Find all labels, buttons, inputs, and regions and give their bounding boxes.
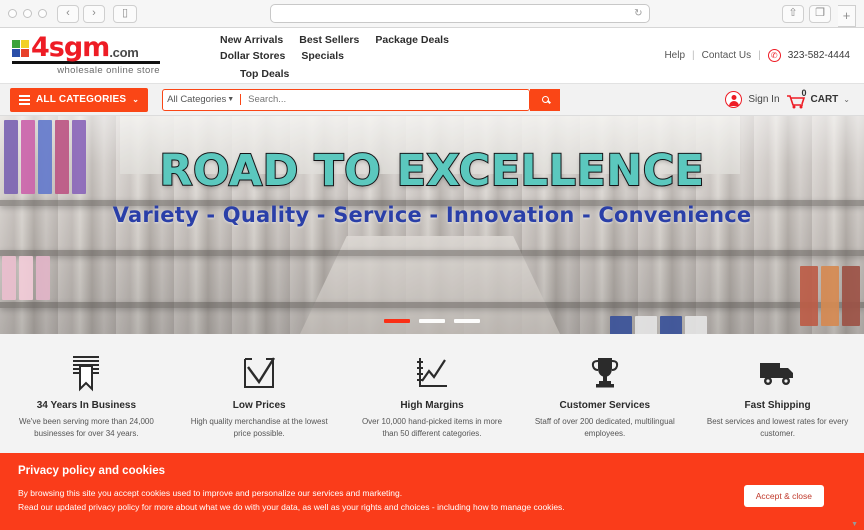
accept-and-close-button[interactable]: Accept & close (743, 485, 824, 507)
feature-description: Staff of over 200 dedicated, multilingua… (534, 417, 675, 438)
feature-item-customer-services: Customer Services Staff of over 200 dedi… (518, 352, 691, 440)
back-icon[interactable]: ‹ (57, 4, 79, 23)
nav-item-dollar-stores[interactable]: Dollar Stores (220, 50, 285, 62)
feature-item-low-prices: Low Prices High quality merchandise at t… (173, 352, 346, 440)
cart-area[interactable]: 0 CART ⌄ (786, 87, 850, 109)
sign-in-area[interactable]: Sign In (725, 91, 780, 108)
nav-item-best-sellers[interactable]: Best Sellers (299, 34, 359, 46)
cart-count-badge: 0 (801, 87, 807, 98)
hero-text-block: ROAD TO EXCELLENCE Variety - Quality - S… (0, 145, 864, 227)
navigation-buttons: ‹ › (57, 4, 105, 23)
feature-title: 34 Years In Business (36, 400, 137, 411)
checkmark-box-icon (185, 352, 334, 394)
close-window-button[interactable] (8, 9, 17, 18)
cart-label: CART (810, 94, 839, 105)
search-group: All Categories ▼ (162, 88, 531, 111)
feature-title: Fast Shipping (744, 400, 811, 411)
minimize-window-button[interactable] (23, 9, 32, 18)
share-icon[interactable]: ⇧ (782, 4, 804, 23)
hamburger-icon (19, 94, 30, 105)
cookie-text-block: Privacy policy and cookies By browsing t… (18, 465, 744, 514)
sign-in-label: Sign In (748, 94, 780, 105)
nav-item-top-deals[interactable]: Top Deals (240, 68, 289, 80)
header-utility-links: Help | Contact Us | ✆ 323-582-4444 (664, 49, 850, 62)
scroll-down-caret-icon[interactable]: ▼ (851, 521, 858, 528)
cookie-banner-line-2: Read our updated privacy policy for more… (18, 501, 565, 512)
browser-toolbar: ‹ › ▯ ↻ ⇧ ❐ + (0, 0, 864, 28)
logo-tagline: wholesale online store (57, 65, 160, 77)
browser-window: ‹ › ▯ ↻ ⇧ ❐ + 4sgm .com wholesale online… (0, 0, 864, 530)
window-controls (8, 9, 47, 18)
carousel-indicator-2[interactable] (419, 319, 445, 323)
utility-separator-2: | (758, 50, 761, 61)
feature-description: High quality merchandise at the lowest p… (190, 417, 328, 438)
nav-item-specials[interactable]: Specials (301, 50, 344, 62)
chevron-down-icon: ⌄ (132, 95, 140, 104)
hero-carousel[interactable]: ROAD TO EXCELLENCE Variety - Quality - S… (0, 116, 864, 334)
toolbar-right-buttons: ⇧ ❐ + (782, 3, 856, 27)
search-bar-row: ALL CATEGORIES ⌄ All Categories ▼ Sign I… (0, 83, 864, 116)
feature-description: We've been serving more than 24,000 busi… (19, 417, 154, 438)
help-link[interactable]: Help (664, 50, 685, 61)
category-select[interactable]: All Categories (163, 94, 242, 105)
main-navigation: New Arrivals Best Sellers Package Deals … (220, 32, 520, 80)
bookmark-ribbon-icon (12, 352, 161, 394)
all-categories-button[interactable]: ALL CATEGORIES ⌄ (10, 87, 149, 112)
sidebar-toggle-icon[interactable]: ▯ (113, 4, 137, 23)
cookie-consent-banner: Privacy policy and cookies By browsing t… (0, 453, 864, 530)
trophy-icon (530, 352, 679, 394)
search-icon (541, 96, 549, 103)
logo-domain-text: .com (109, 45, 139, 61)
nav-second-row: Top Deals (220, 68, 520, 80)
truck-icon (703, 352, 852, 394)
feature-item-fast-shipping: Fast Shipping Best services and lowest r… (691, 352, 864, 440)
hero-subtitle: Variety - Quality - Service - Innovation… (112, 203, 752, 227)
nav-item-new-arrivals[interactable]: New Arrivals (220, 34, 283, 46)
maximize-window-button[interactable] (38, 9, 47, 18)
feature-title: Low Prices (232, 400, 286, 411)
cookie-banner-title: Privacy policy and cookies (18, 465, 166, 477)
phone-icon: ✆ (767, 49, 781, 62)
all-categories-label: ALL CATEGORIES (36, 94, 127, 105)
address-bar-container: ↻ (137, 4, 782, 23)
user-avatar-icon (725, 91, 743, 108)
cookie-banner-line-1: By browsing this site you accept cookies… (18, 488, 403, 498)
address-bar[interactable]: ↻ (269, 4, 650, 23)
forward-icon[interactable]: › (83, 4, 105, 23)
site-logo[interactable]: 4sgm .com wholesale online store (12, 31, 162, 77)
new-tab-icon[interactable]: + (838, 4, 856, 27)
search-input[interactable] (241, 89, 530, 110)
cart-chevron-down-icon: ⌄ (843, 95, 850, 104)
cart-icon: 0 (786, 87, 807, 109)
logo-row: 4sgm .com (12, 31, 162, 63)
feature-description: Over 10,000 hand-picked items in more th… (361, 417, 503, 438)
feature-item-years-in-business: 34 Years In Business We've been serving … (0, 352, 173, 440)
carousel-indicators (0, 319, 864, 323)
category-select-wrap: All Categories ▼ (163, 94, 242, 105)
reload-icon[interactable]: ↻ (634, 8, 642, 19)
search-button[interactable] (530, 88, 561, 111)
carousel-indicator-3[interactable] (454, 319, 480, 323)
phone-number[interactable]: 323-582-4444 (788, 50, 850, 61)
feature-title: Customer Services (559, 400, 651, 411)
feature-description: Best services and lowest rates for every… (706, 417, 849, 438)
tabs-overview-icon[interactable]: ❐ (809, 4, 831, 23)
feature-title: High Margins (400, 400, 464, 411)
logo-squares-icon (12, 40, 29, 58)
contact-us-link[interactable]: Contact Us (702, 50, 751, 61)
utility-separator-1: | (692, 50, 695, 61)
carousel-indicator-1[interactable] (384, 319, 410, 323)
hero-title: ROAD TO EXCELLENCE (158, 145, 705, 197)
site-header: 4sgm .com wholesale online store New Arr… (0, 28, 864, 83)
features-row: 34 Years In Business We've been serving … (0, 334, 864, 454)
feature-item-high-margins: High Margins Over 10,000 hand-picked ite… (346, 352, 519, 440)
nav-item-package-deals[interactable]: Package Deals (375, 34, 449, 46)
logo-brand-text: 4sgm (31, 31, 110, 63)
line-chart-icon (358, 352, 507, 394)
